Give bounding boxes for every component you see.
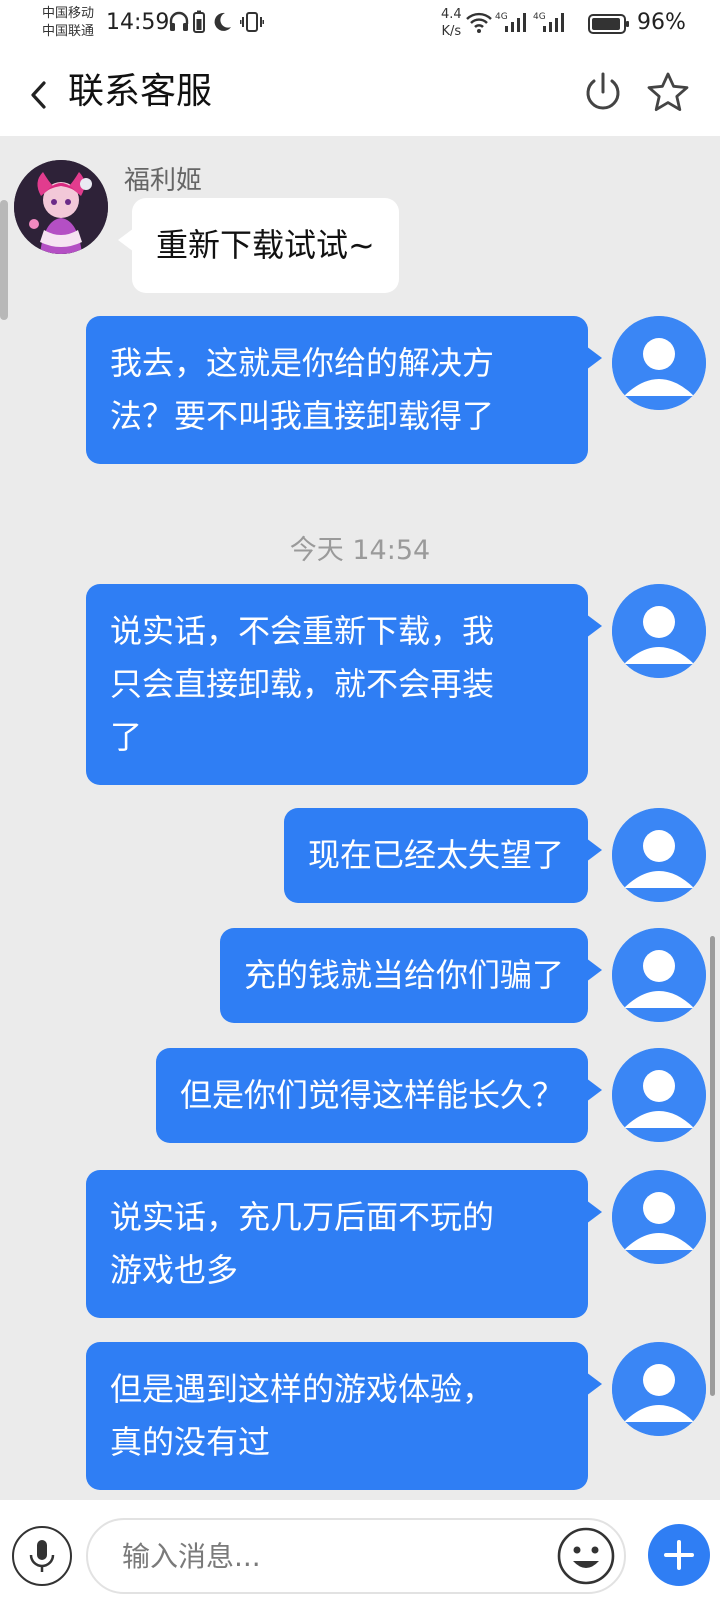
message-text: 但是遇到这样的游戏体验， 真的没有过 xyxy=(110,1370,495,1461)
battery-icon xyxy=(588,14,629,34)
plus-icon xyxy=(664,1540,694,1570)
network-speed: 4.4 K/s xyxy=(441,6,462,40)
status-bar: 中国移动 中国联通 14:59 4.4 K/s 4G 4G 96% xyxy=(0,0,720,50)
carrier-1: 中国移动 xyxy=(42,6,95,21)
user-avatar[interactable] xyxy=(612,1048,706,1142)
edge-handle[interactable] xyxy=(0,200,8,320)
chat-message-list[interactable]: 福利姬 重新下载试试~ 我去，这就是你给的解决方 法？要不叫我直接卸载得了 今天… xyxy=(0,136,720,1500)
user-avatar[interactable] xyxy=(612,584,706,678)
message-bubble-incoming[interactable]: 重新下载试试~ xyxy=(118,198,399,293)
scrollbar[interactable] xyxy=(710,936,715,1396)
wifi-icon xyxy=(465,10,493,41)
moon-icon xyxy=(211,10,233,41)
battery-percent: 96% xyxy=(637,10,686,35)
agent-avatar[interactable] xyxy=(14,160,108,254)
message-text: 现在已经太失望了 xyxy=(307,836,564,874)
user-avatar[interactable] xyxy=(612,316,706,410)
user-avatar[interactable] xyxy=(612,1342,706,1436)
message-text: 重新下载试试~ xyxy=(156,226,375,264)
message-bubble-outgoing[interactable]: 但是遇到这样的游戏体验， 真的没有过 xyxy=(86,1342,602,1490)
user-icon xyxy=(612,1342,706,1436)
message-bubble-outgoing[interactable]: 但是你们觉得这样能长久？ xyxy=(155,1048,603,1143)
user-icon xyxy=(612,808,706,902)
user-avatar[interactable] xyxy=(612,808,706,902)
message-bubble-outgoing[interactable]: 充的钱就当给你们骗了 xyxy=(219,928,603,1023)
headphones-icon xyxy=(168,10,190,41)
message-bubble-outgoing[interactable]: 说实话，不会重新下载，我 只会直接卸载，就不会再装 了 xyxy=(86,584,602,785)
back-icon xyxy=(31,81,46,109)
message-text: 我去，这就是你给的解决方 法？要不叫我直接卸载得了 xyxy=(110,344,495,435)
user-icon xyxy=(612,316,706,410)
message-bubble-outgoing[interactable]: 我去，这就是你给的解决方 法？要不叫我直接卸载得了 xyxy=(86,316,602,464)
message-text: 说实话，不会重新下载，我 只会直接卸载，就不会再装 了 xyxy=(110,612,495,756)
microphone-icon xyxy=(29,1540,55,1572)
voice-button[interactable] xyxy=(12,1526,72,1586)
back-button[interactable] xyxy=(20,68,60,118)
favorite-button[interactable] xyxy=(645,70,691,116)
page-title: 联系客服 xyxy=(68,71,213,112)
user-icon xyxy=(612,584,706,678)
net-speed-unit: K/s xyxy=(441,24,462,39)
battery-saver-icon xyxy=(193,10,205,41)
status-time: 14:59 xyxy=(106,10,170,35)
header-bar: 联系客服 xyxy=(0,50,720,136)
sender-name: 福利姬 xyxy=(124,166,203,196)
message-input[interactable] xyxy=(86,1518,626,1594)
message-bubble-outgoing[interactable]: 说实话，充几万后面不玩的 游戏也多 xyxy=(86,1170,602,1318)
signal-icon xyxy=(503,10,527,41)
message-text: 充的钱就当给你们骗了 xyxy=(243,956,564,994)
input-bar xyxy=(0,1500,720,1612)
power-icon xyxy=(586,72,620,110)
emoji-button[interactable] xyxy=(554,1524,618,1588)
more-button[interactable] xyxy=(648,1524,710,1586)
user-avatar[interactable] xyxy=(612,928,706,1022)
timestamp-divider: 今天 14:54 xyxy=(289,535,431,566)
message-text: 但是你们觉得这样能长久？ xyxy=(179,1076,564,1114)
user-icon xyxy=(612,928,706,1022)
power-button[interactable] xyxy=(580,70,626,116)
user-icon xyxy=(612,1048,706,1142)
carrier-2: 中国联通 xyxy=(42,24,95,39)
star-icon xyxy=(647,72,689,111)
user-avatar[interactable] xyxy=(612,1170,706,1264)
user-icon xyxy=(612,1170,706,1264)
message-bubble-outgoing[interactable]: 现在已经太失望了 xyxy=(283,808,603,903)
signal-icon xyxy=(541,10,565,41)
carrier-labels: 中国移动 中国联通 xyxy=(42,5,94,41)
message-text: 说实话，充几万后面不玩的 游戏也多 xyxy=(110,1198,495,1289)
vibrate-icon xyxy=(239,10,265,41)
emoji-icon xyxy=(557,1527,615,1585)
net-speed-value: 4.4 xyxy=(441,7,462,22)
